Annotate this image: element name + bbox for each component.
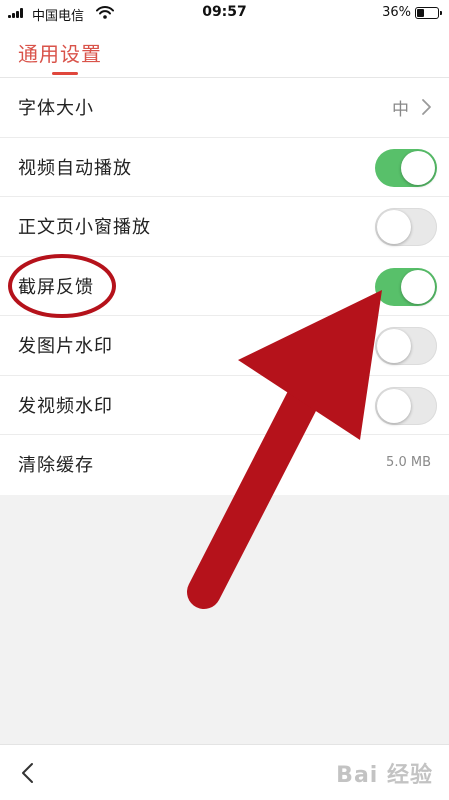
setting-row-image-watermark: 发图片水印 — [0, 316, 449, 376]
back-arrow-icon[interactable] — [18, 761, 38, 785]
header: 通用设置 — [0, 26, 449, 78]
toggle-knob — [401, 150, 435, 185]
setting-row-video-watermark: 发视频水印 — [0, 376, 449, 435]
setting-row-screenshot-feedback: 截屏反馈 — [0, 257, 449, 316]
autoplay-video-toggle[interactable] — [375, 148, 437, 187]
toggle-knob — [377, 210, 411, 244]
setting-label: 字体大小 — [18, 98, 94, 119]
setting-label: 截屏反馈 — [18, 276, 94, 298]
toggle-knob — [377, 329, 411, 363]
settings-list: 字体大小 中 视频自动播放 正文页小窗播放 截屏反馈 发图片水印 发视频水印 清… — [0, 78, 449, 495]
setting-label: 正文页小窗播放 — [18, 217, 151, 238]
setting-row-mini-window-play: 正文页小窗播放 — [0, 197, 449, 257]
cache-size-value: 5.0 MB — [386, 455, 431, 470]
image-watermark-toggle[interactable] — [375, 327, 437, 365]
setting-row-font-size[interactable]: 字体大小 中 — [0, 78, 449, 138]
battery-fill — [417, 9, 424, 17]
setting-label: 视频自动播放 — [18, 157, 132, 179]
setting-label: 发视频水印 — [18, 395, 113, 417]
screenshot-feedback-toggle[interactable] — [375, 267, 437, 306]
font-size-value: 中 — [392, 100, 409, 120]
toggle-knob — [401, 269, 435, 304]
setting-row-clear-cache[interactable]: 清除缓存 5.0 MB — [0, 435, 449, 495]
watermark-logo: Bai 经验 — [336, 763, 433, 788]
page-title: 通用设置 — [18, 42, 102, 66]
status-bar: 中国电信 09:57 36% — [0, 0, 449, 26]
battery-percentage: 36% — [382, 5, 411, 20]
battery-icon — [415, 7, 442, 19]
setting-label: 清除缓存 — [18, 455, 94, 476]
bottom-bar: Bai 经验 — [0, 744, 449, 800]
chevron-right-icon — [422, 99, 431, 115]
title-underline — [52, 72, 78, 75]
setting-label: 发图片水印 — [18, 336, 113, 357]
toggle-knob — [377, 388, 411, 423]
video-watermark-toggle[interactable] — [375, 386, 437, 425]
setting-row-autoplay-video: 视频自动播放 — [0, 138, 449, 197]
mini-window-play-toggle[interactable] — [375, 208, 437, 246]
